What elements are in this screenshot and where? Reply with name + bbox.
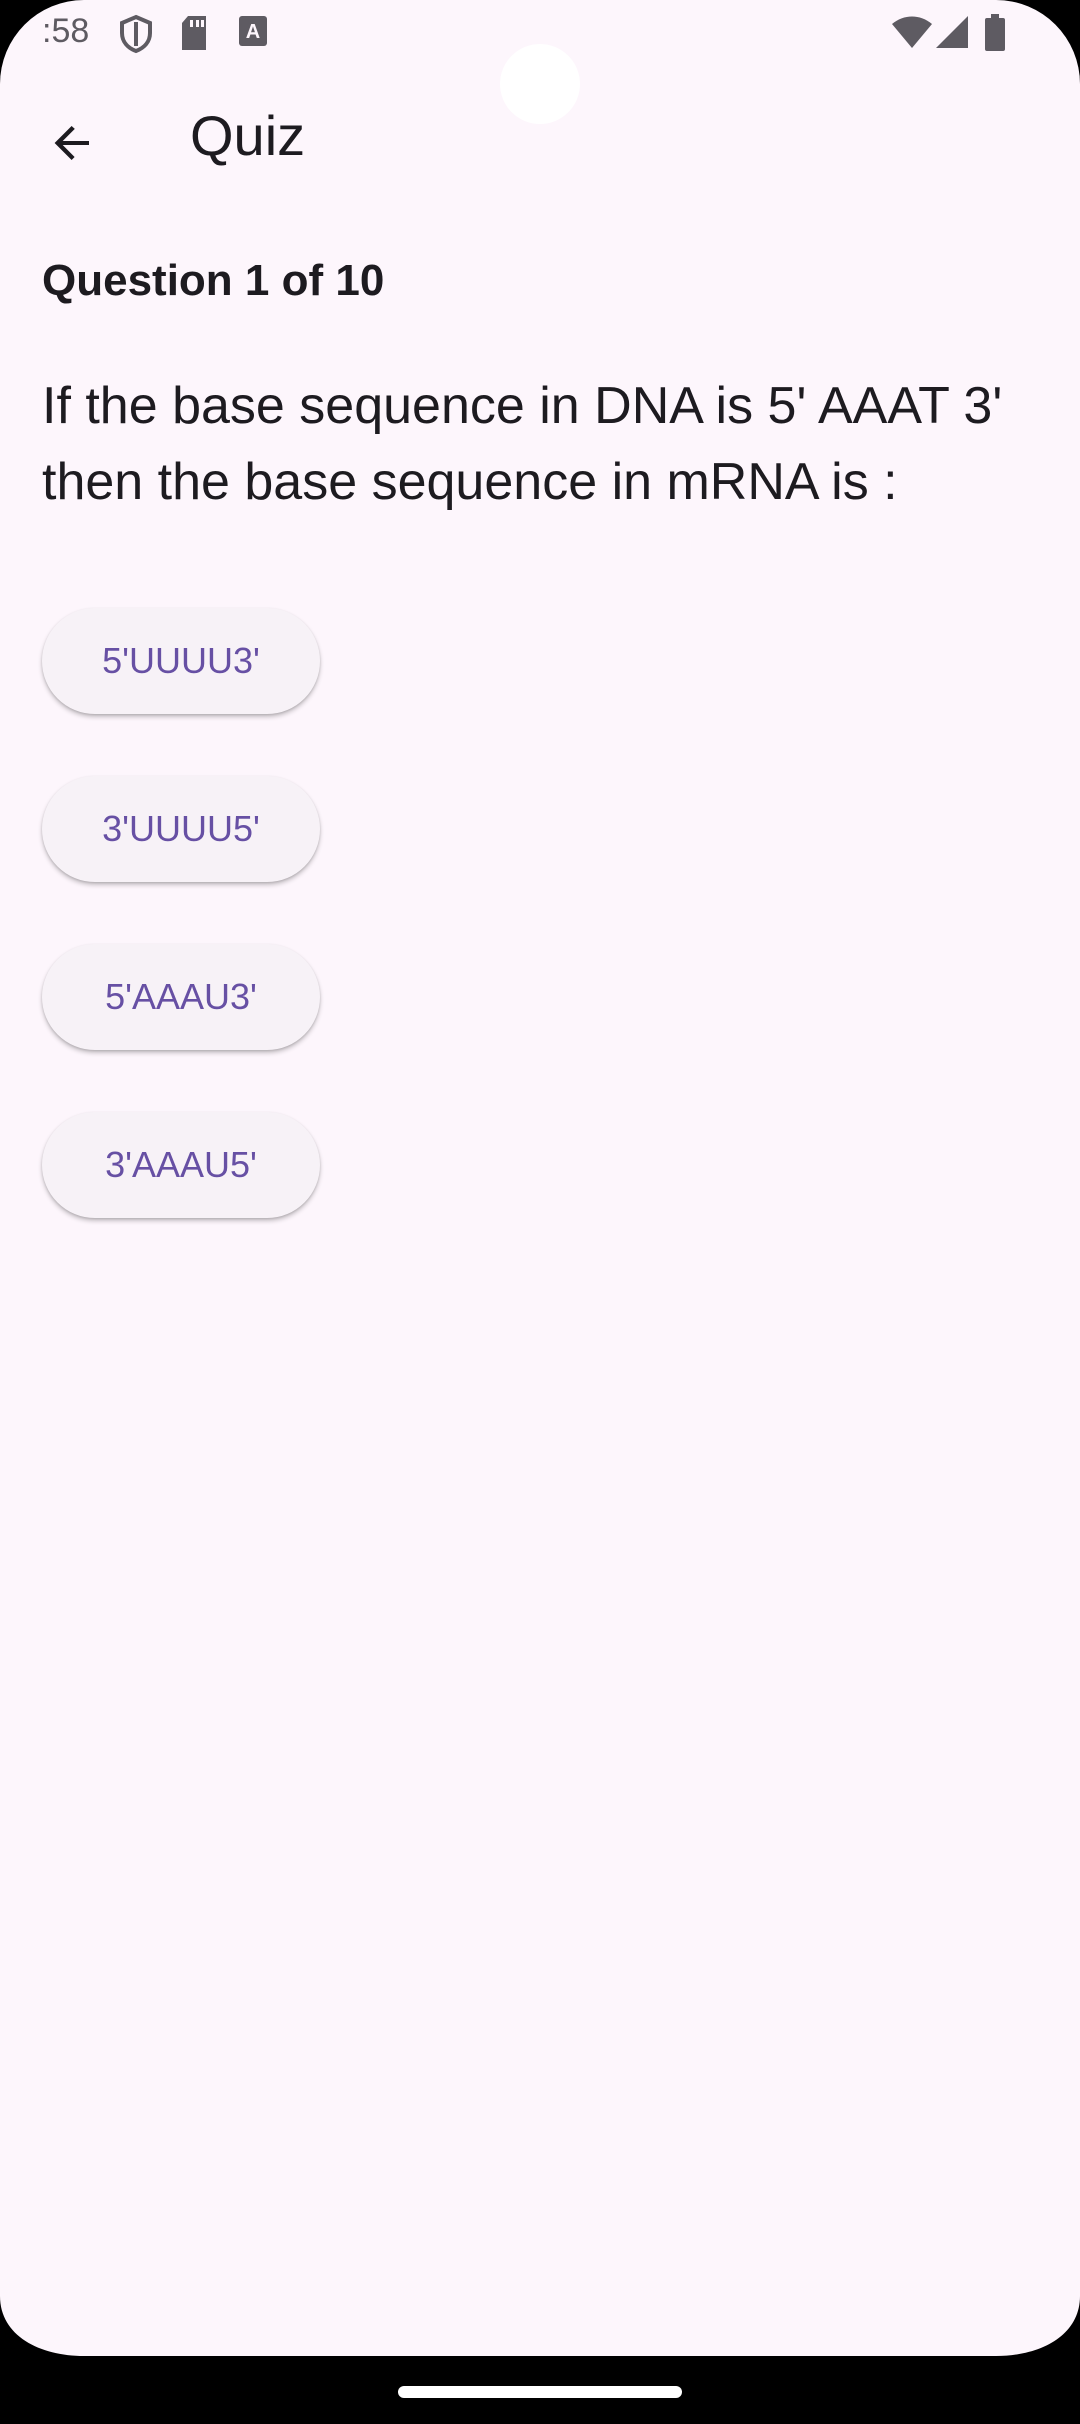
answer-option-button[interactable]: 3'AAAU5' — [42, 1112, 320, 1218]
screen-corner-mask — [0, 2296, 1080, 2356]
page-title: Quiz — [190, 104, 306, 167]
wifi-icon — [890, 14, 934, 55]
question-text: If the base sequence in DNA is 5' AAAT 3… — [42, 377, 1003, 511]
answer-option-button[interactable]: 5'UUUU3' — [42, 608, 320, 714]
svg-text:A: A — [246, 21, 260, 43]
arrow-back-icon — [49, 119, 97, 172]
answer-options: 5'UUUU3' 3'UUUU5' 5'AAAU3' 3'AAAU5' — [42, 608, 320, 1280]
battery-icon — [984, 14, 1006, 57]
status-time: :58 — [42, 12, 90, 50]
question-counter: Question 1 of 10 — [42, 256, 385, 305]
quiz-screen: :58 A Quiz Question 1 of 10 If the base … — [0, 0, 1080, 2424]
home-indicator[interactable] — [398, 2386, 682, 2398]
answer-option-button[interactable]: 3'UUUU5' — [42, 776, 320, 882]
sd-card-icon — [178, 14, 210, 57]
top-app-bar: Quiz — [0, 86, 1080, 186]
answer-option-button[interactable]: 5'AAAU3' — [42, 944, 320, 1050]
signal-icon — [934, 14, 970, 55]
text-a-icon: A — [238, 14, 268, 53]
back-button[interactable] — [30, 102, 116, 188]
shield-icon — [118, 14, 154, 59]
